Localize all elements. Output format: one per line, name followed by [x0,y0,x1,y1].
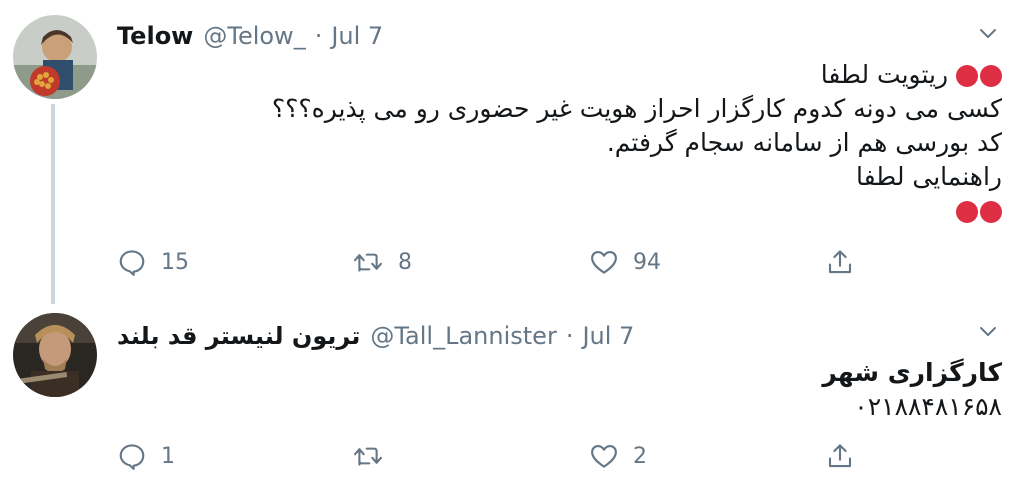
tweet-line: کارگزاری شهر [822,358,1002,387]
tweet-header: تریون لنیستر قد بلند @Tall_Lannister · J… [117,322,634,350]
reply-icon [117,247,147,277]
action-bar: 1 2 [0,438,1024,478]
timestamp[interactable]: Jul 7 [331,22,383,50]
reply-button[interactable]: 1 [117,441,175,471]
display-name[interactable]: Telow [117,22,193,50]
caret-down-icon[interactable] [976,22,1000,46]
tweet-header: Telow @Telow_ · Jul 7 [117,22,383,50]
tweet-line [272,194,1002,228]
like-icon [589,441,619,471]
avatar[interactable] [13,15,97,99]
caret-down-icon[interactable] [976,320,1000,344]
tweet-line: ریتویت لطفا [272,58,1002,92]
display-name[interactable]: تریون لنیستر قد بلند [117,322,360,350]
avatar[interactable] [13,313,97,397]
like-icon [589,247,619,277]
share-icon [825,441,855,471]
share-button[interactable] [825,441,855,471]
retweet-icon [352,247,384,277]
retweet-button[interactable] [352,441,398,471]
share-icon [825,247,855,277]
retweet-icon [352,441,384,471]
like-count: 94 [633,249,661,275]
reply-count: 15 [161,249,189,275]
tweet-line: کد بورسی هم از سامانه سجام گرفتم. [606,128,1002,157]
tweet-line: ۰۲۱۸۸۴۸۱۶۵۸ [854,392,1002,421]
red-circle-emoji [956,65,1002,87]
like-button[interactable]: 2 [589,441,647,471]
reply-icon [117,441,147,471]
username[interactable]: @Telow_ [203,22,305,50]
like-count: 2 [633,443,647,469]
timestamp[interactable]: Jul 7 [582,322,634,350]
tweet-line: کسی می دونه کدوم کارگزار احراز هویت غیر … [271,94,1002,123]
like-button[interactable]: 94 [589,247,661,277]
retweet-button[interactable]: 8 [352,247,412,277]
action-bar: 15 8 94 [0,244,1024,284]
separator: · [314,22,323,50]
reply-button[interactable]: 15 [117,247,189,277]
tweet: تریون لنیستر قد بلند @Tall_Lannister · J… [0,300,1024,482]
retweet-count: 8 [398,249,412,275]
separator: · [565,322,574,350]
share-button[interactable] [825,247,855,277]
red-circle-emoji [956,201,1002,223]
tweet: Telow @Telow_ · Jul 7 ریتویت لطفا کسی می… [0,0,1024,304]
reply-count: 1 [161,443,175,469]
tweet-text: کارگزاری شهر ۰۲۱۸۸۴۸۱۶۵۸ [822,356,1002,424]
tweet-line: راهنمایی لطفا [856,162,1002,191]
tweet-text: ریتویت لطفا کسی می دونه کدوم کارگزار احر… [272,58,1002,228]
username[interactable]: @Tall_Lannister [370,322,556,350]
